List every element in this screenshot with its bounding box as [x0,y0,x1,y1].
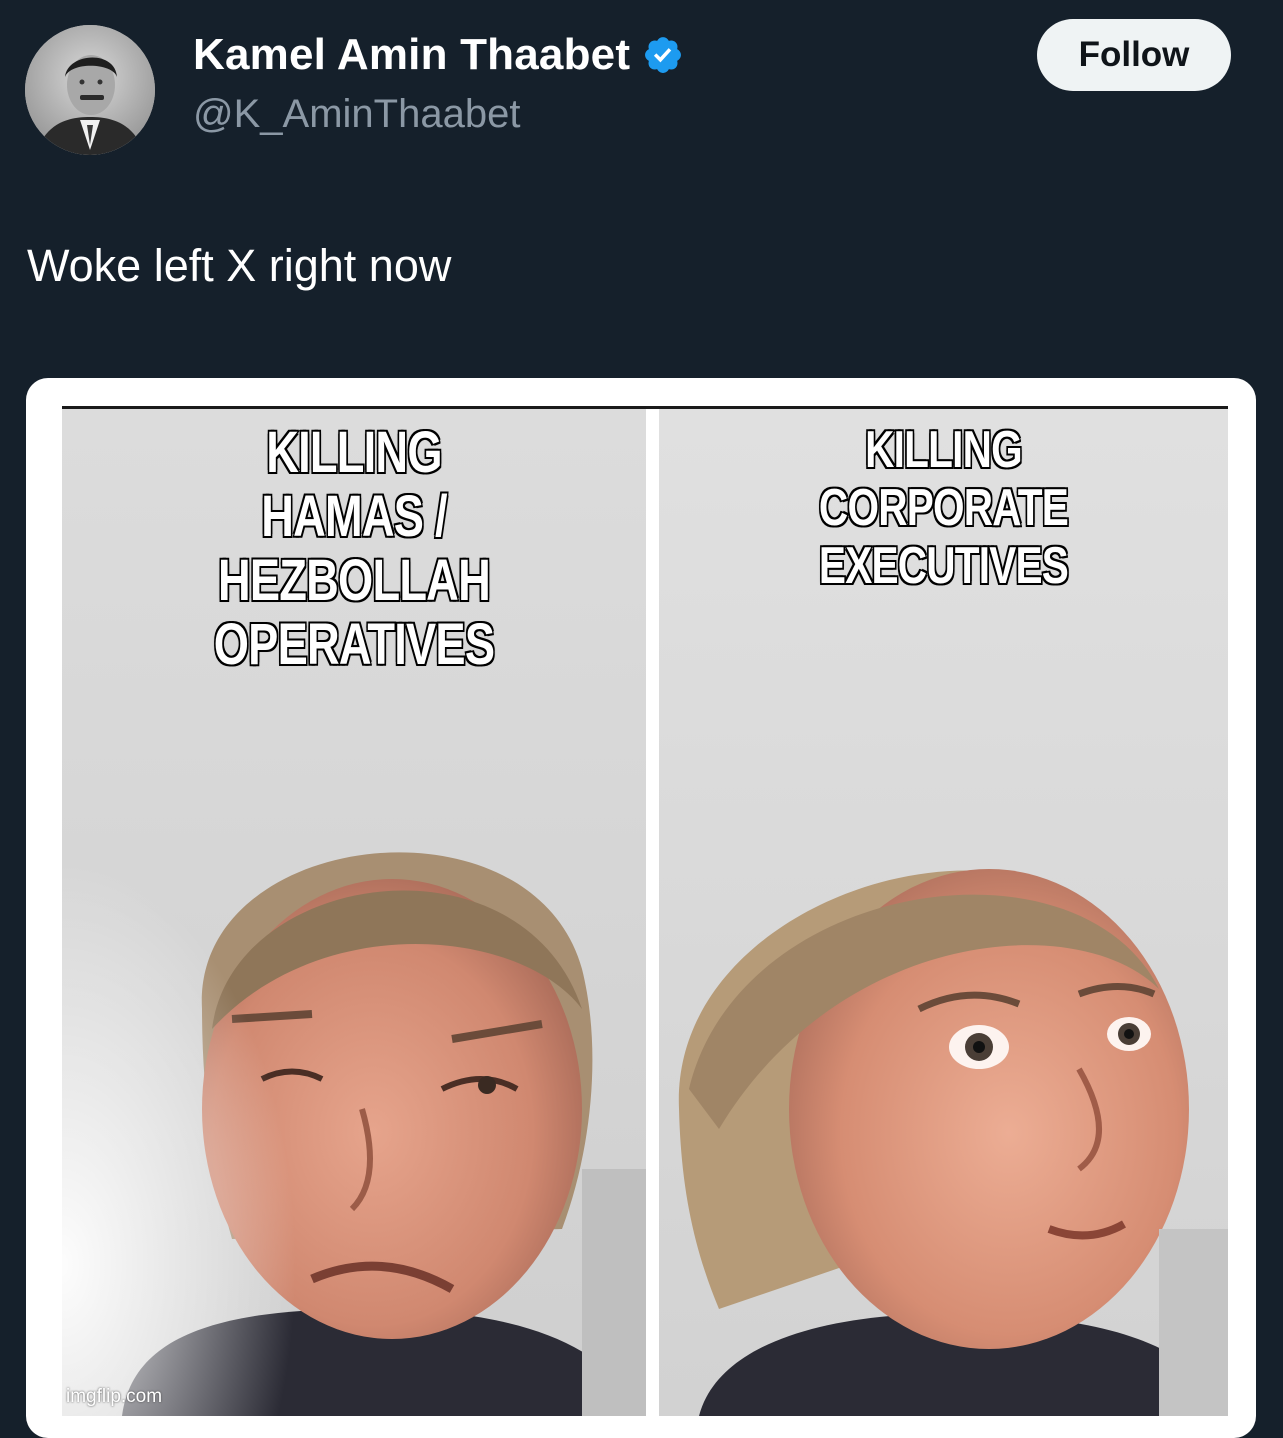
verified-badge-icon [642,34,684,76]
display-name[interactable]: Kamel Amin Thaabet [193,30,630,80]
meme-caption-right: KILLING CORPORATE EXECUTIVES [722,420,1166,597]
caption-line: CORPORATE EXECUTIVES [818,478,1070,597]
meme-caption-left: KILLING HAMAS / HEZBOLLAH OPERATIVES [126,419,582,678]
caption-line: OPERATIVES [213,611,497,678]
tweet-media[interactable]: KILLING HAMAS / HEZBOLLAH OPERATIVES img… [26,378,1256,1438]
user-handle[interactable]: @K_AminThaabet [193,92,520,137]
imgflip-watermark: imgflip.com [66,1386,163,1407]
caption-line: KILLING [265,419,444,486]
meme-panel-right: KILLING CORPORATE EXECUTIVES [659,409,1228,1416]
tweet-text: Woke left X right now [27,240,452,291]
avatar[interactable] [25,25,155,155]
avatar-photo [25,25,155,155]
caption-line: KILLING [864,420,1024,481]
display-name-row[interactable]: Kamel Amin Thaabet [193,30,684,80]
caption-line: HAMAS / HEZBOLLAH [217,483,492,614]
meme-panel-left: KILLING HAMAS / HEZBOLLAH OPERATIVES img… [62,409,646,1416]
tweet-header: Kamel Amin Thaabet @K_AminThaabet Follow [0,0,1283,200]
follow-button[interactable]: Follow [1037,19,1231,91]
meme-image: KILLING HAMAS / HEZBOLLAH OPERATIVES img… [62,406,1228,1416]
